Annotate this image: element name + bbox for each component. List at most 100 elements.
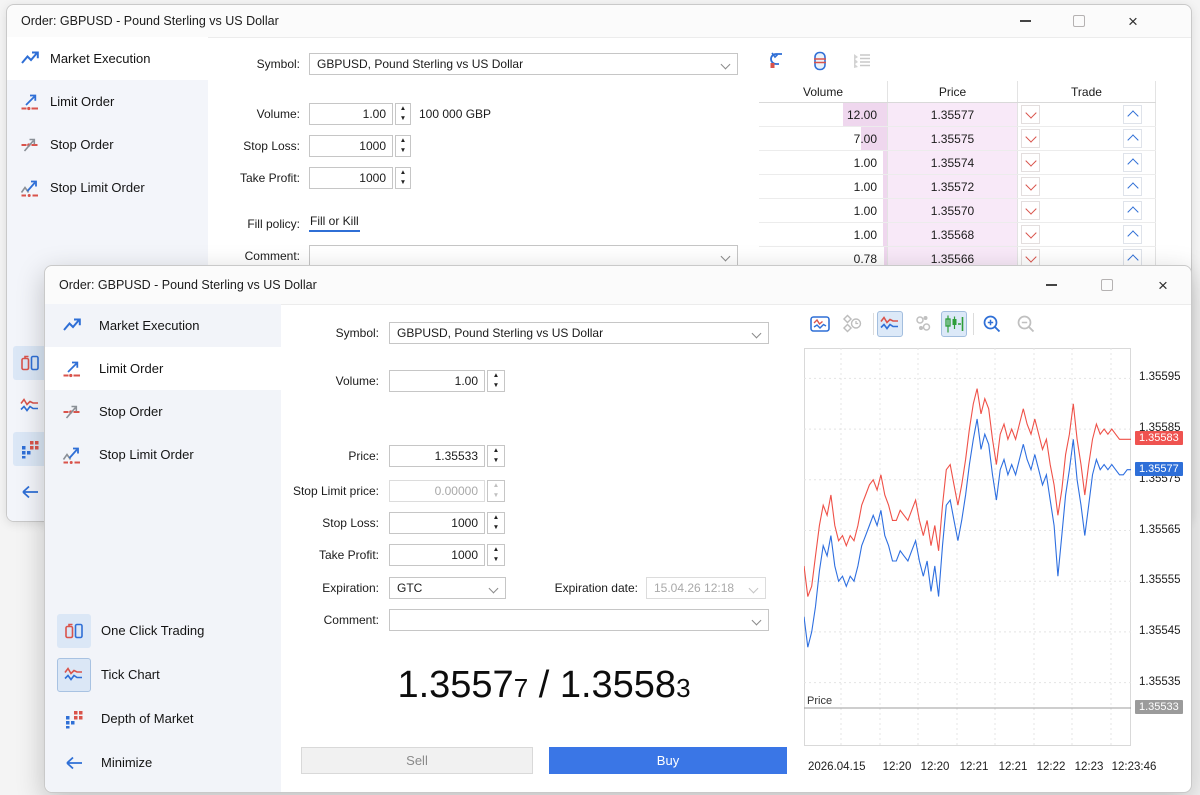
volume-stepper[interactable]: ▲▼ bbox=[395, 103, 411, 125]
sell-at-price-button[interactable] bbox=[1021, 129, 1040, 148]
stop-limit-price-stepper: ▲▼ bbox=[487, 480, 505, 502]
minimize-arrow-icon[interactable] bbox=[13, 475, 47, 509]
titlebar: Order: GBPUSD - Pound Sterling vs US Dol… bbox=[7, 5, 1191, 38]
stop-loss-label: Stop Loss: bbox=[157, 135, 300, 157]
fill-policy-link[interactable]: Fill or Kill bbox=[309, 213, 360, 232]
limit-order-icon bbox=[61, 357, 83, 379]
sell-at-price-button[interactable] bbox=[1021, 201, 1040, 220]
take-profit-input[interactable]: 1000 bbox=[389, 544, 485, 566]
take-profit-input[interactable]: 1000 bbox=[309, 167, 393, 189]
sell-at-price-button[interactable] bbox=[1021, 177, 1040, 196]
comment-label: Comment: bbox=[157, 245, 300, 267]
clear-panel-icon[interactable] bbox=[808, 49, 832, 73]
volume-input[interactable]: 1.00 bbox=[309, 103, 393, 125]
chevron-down-icon bbox=[721, 60, 731, 70]
price-axis-tick: 1.35545 bbox=[1139, 625, 1181, 637]
stop-limit-order-icon bbox=[61, 443, 83, 465]
buy-at-price-button[interactable] bbox=[1123, 153, 1142, 172]
titlebar: Order: GBPUSD - Pound Sterling vs US Dol… bbox=[45, 266, 1191, 305]
buy-at-price-button[interactable] bbox=[1123, 225, 1142, 244]
dom-row: 1.001.35574 bbox=[759, 151, 1156, 175]
dom-header-trade: Trade bbox=[1018, 81, 1156, 102]
time-axis-tick: 12:21 bbox=[960, 761, 989, 773]
symbol-select[interactable]: GBPUSD, Pound Sterling vs US Dollar bbox=[389, 322, 769, 344]
limit-order-icon bbox=[19, 90, 41, 112]
time-axis-tick: 12:22 bbox=[1037, 761, 1066, 773]
dom-header-volume: Volume bbox=[759, 81, 888, 102]
price-stepper[interactable]: ▲▼ bbox=[487, 445, 505, 467]
close-icon[interactable]: × bbox=[1143, 266, 1183, 304]
price-axis-tick: 1.35535 bbox=[1139, 676, 1181, 688]
price-axis-tick: 1.35555 bbox=[1139, 574, 1181, 586]
volume-label: Volume: bbox=[157, 103, 300, 125]
sell-at-price-button[interactable] bbox=[1021, 105, 1040, 124]
buy-button[interactable]: Buy bbox=[549, 747, 787, 774]
symbol-select[interactable]: GBPUSD, Pound Sterling vs US Dollar bbox=[309, 53, 738, 75]
chevron-down-icon bbox=[749, 584, 759, 594]
sell-button[interactable]: Sell bbox=[301, 747, 533, 774]
volume-input[interactable]: 1.00 bbox=[389, 370, 485, 392]
sell-at-price-button[interactable] bbox=[1021, 225, 1040, 244]
price-badge: 1.35533 bbox=[1135, 700, 1183, 714]
close-icon[interactable]: × bbox=[1113, 5, 1153, 37]
buy-at-price-button[interactable] bbox=[1123, 105, 1142, 124]
tick-chart-icon[interactable] bbox=[13, 389, 47, 423]
zoom-out-icon[interactable] bbox=[1013, 311, 1039, 337]
stop-loss-input[interactable]: 1000 bbox=[389, 512, 485, 534]
dom-row: 12.001.35577 bbox=[759, 103, 1156, 127]
volume-stepper[interactable]: ▲▼ bbox=[487, 370, 505, 392]
take-profit-stepper[interactable]: ▲▼ bbox=[395, 167, 411, 189]
stop-loss-label: Stop Loss: bbox=[259, 512, 379, 534]
tick-chart-frame-icon[interactable] bbox=[807, 311, 833, 337]
price-badge: 1.35577 bbox=[1135, 462, 1183, 476]
stop-loss-input[interactable]: 1000 bbox=[309, 135, 393, 157]
fill-policy-label: Fill policy: bbox=[157, 213, 300, 235]
market-execution-icon bbox=[61, 314, 83, 336]
candles-to-line-icon[interactable] bbox=[941, 311, 967, 337]
time-axis-tick: 2026.04.15 bbox=[808, 761, 866, 773]
minimize-icon[interactable] bbox=[1005, 5, 1045, 37]
buy-at-price-button[interactable] bbox=[1123, 129, 1142, 148]
orders-list-icon[interactable] bbox=[850, 49, 874, 73]
buy-at-price-button[interactable] bbox=[1123, 177, 1142, 196]
comment-input[interactable] bbox=[309, 245, 738, 267]
chevron-down-icon bbox=[489, 584, 499, 594]
bid-ask-quote: 1.35577 / 1.35583 bbox=[301, 664, 787, 707]
price-axis-tick: 1.35565 bbox=[1139, 524, 1181, 536]
expiration-select[interactable]: GTC bbox=[389, 577, 506, 599]
tick-chart-plot[interactable]: Price bbox=[804, 348, 1131, 746]
modify-order-icon[interactable] bbox=[766, 49, 790, 73]
minimize-arrow-icon bbox=[57, 746, 91, 780]
expiration-date-select: 15.04.26 12:18 bbox=[646, 577, 766, 599]
stop-loss-stepper[interactable]: ▲▼ bbox=[395, 135, 411, 157]
time-axis-tick: 12:21 bbox=[999, 761, 1028, 773]
tick-chart-icon bbox=[57, 658, 91, 692]
auto-shift-icon[interactable] bbox=[839, 311, 865, 337]
take-profit-label: Take Profit: bbox=[259, 544, 379, 566]
contract-size-note: 100 000 GBP bbox=[419, 103, 491, 125]
order-window-limit-order: Order: GBPUSD - Pound Sterling vs US Dol… bbox=[44, 265, 1192, 793]
stop-loss-stepper[interactable]: ▲▼ bbox=[487, 512, 505, 534]
dom-row: 1.001.35570 bbox=[759, 199, 1156, 223]
tick-lines-icon[interactable] bbox=[877, 311, 903, 337]
maximize-icon[interactable] bbox=[1087, 266, 1127, 304]
buy-at-price-button[interactable] bbox=[1123, 201, 1142, 220]
comment-input[interactable] bbox=[389, 609, 769, 631]
sidebar-item-stop-limit-order[interactable]: Stop Limit Order bbox=[45, 433, 281, 476]
take-profit-stepper[interactable]: ▲▼ bbox=[487, 544, 505, 566]
sidebar-item-market-execution[interactable]: Market Execution bbox=[45, 304, 281, 347]
minimize-icon[interactable] bbox=[1031, 266, 1071, 304]
one-click-trading-icon[interactable] bbox=[13, 346, 47, 380]
toolbar-separator bbox=[973, 313, 974, 335]
sidebar-item-stop-order[interactable]: Stop Order bbox=[45, 390, 281, 433]
stop-limit-price-input: 0.00000 bbox=[389, 480, 485, 502]
sell-at-price-button[interactable] bbox=[1021, 153, 1040, 172]
window-title: Order: GBPUSD - Pound Sterling vs US Dol… bbox=[59, 278, 317, 292]
price-input[interactable]: 1.35533 bbox=[389, 445, 485, 467]
maximize-icon[interactable] bbox=[1059, 5, 1099, 37]
zoom-in-icon[interactable] bbox=[979, 311, 1005, 337]
depth-of-market-icon[interactable] bbox=[13, 432, 47, 466]
sidebar-item-limit-order[interactable]: Limit Order bbox=[45, 347, 281, 390]
tick-dots-icon[interactable] bbox=[911, 311, 937, 337]
symbol-label: Symbol: bbox=[157, 53, 300, 75]
